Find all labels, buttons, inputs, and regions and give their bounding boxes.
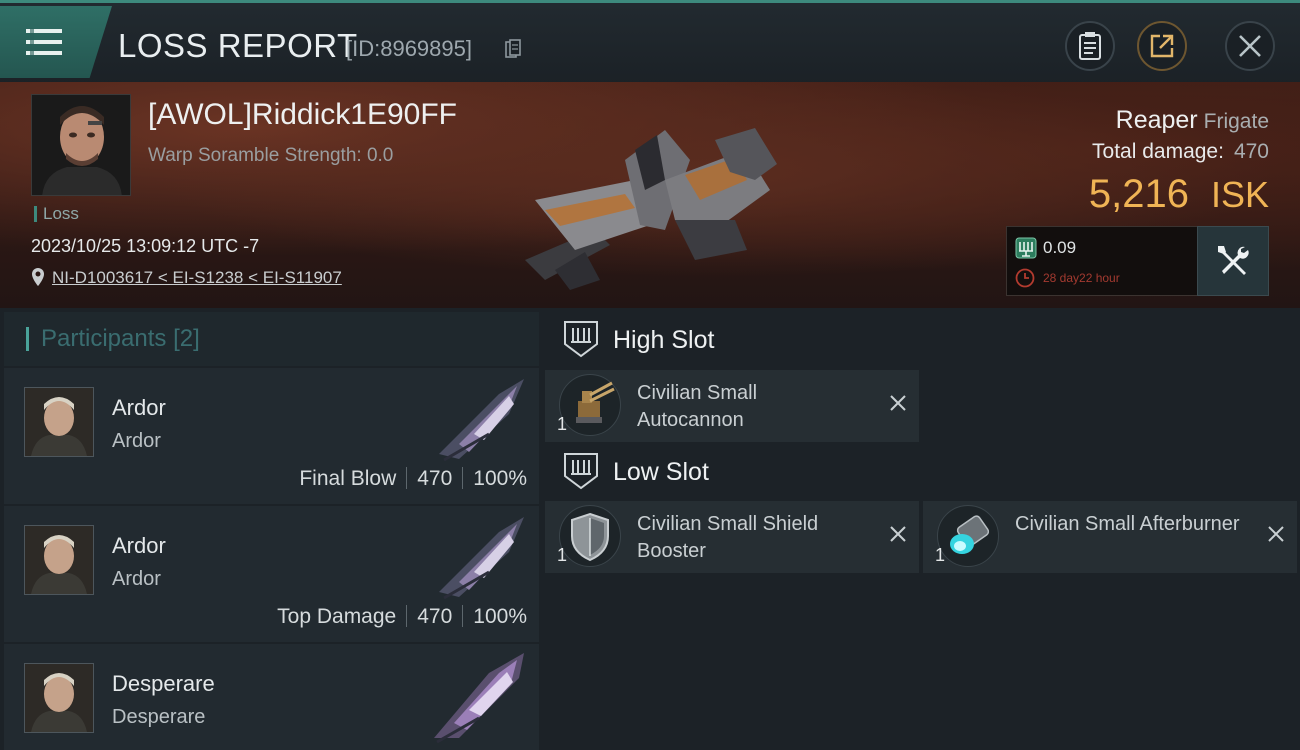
high-slot-icon: [564, 321, 598, 358]
close-button[interactable]: [1225, 21, 1275, 71]
participants-title-text: Participants: [41, 325, 167, 352]
low-slot-header: Low Slot: [545, 452, 1295, 496]
participants-panel: Participants [2] Ardor Ardor Final Blow 4…: [4, 312, 539, 750]
total-damage-label: Total damage:: [1092, 140, 1224, 163]
loss-timestamp: 2023/10/25 13:09:12 UTC -7: [31, 236, 260, 256]
participants-title: Participants [2]: [26, 327, 200, 351]
module-quantity: 1: [935, 545, 946, 565]
participant-ship-icon: [439, 379, 524, 462]
loss-tag: Loss: [34, 205, 79, 222]
wrench-screwdriver-icon: [1218, 246, 1249, 275]
afterburner-icon: [950, 515, 990, 554]
participant-percent: 100%: [473, 605, 527, 628]
clock-icon: [1015, 268, 1035, 288]
participant-avatar: [24, 663, 94, 733]
participant-percent: 100%: [473, 467, 527, 490]
remove-icon[interactable]: [889, 394, 907, 412]
stats-divider: [406, 605, 408, 627]
participants-count: [2]: [173, 325, 200, 352]
report-id: [ID:8969895]: [346, 36, 472, 61]
close-icon: [1239, 35, 1261, 57]
participant-avatar: [24, 387, 94, 457]
share-button[interactable]: [1137, 21, 1187, 71]
module-name: Civilian Small Afterburner: [1015, 513, 1240, 535]
participant-corp: Ardor: [112, 568, 161, 590]
top-bar: LOSS REPORT [ID:8969895]: [0, 0, 1300, 85]
participant-stats: Top Damage 470 100%: [277, 605, 527, 629]
participant-row[interactable]: Ardor Ardor Final Blow 470 100%: [4, 368, 539, 504]
copy-icon[interactable]: [505, 39, 521, 59]
participants-header: Participants [2]: [4, 312, 539, 366]
ship-name-text: Reaper: [1115, 106, 1198, 134]
module-item[interactable]: 1 Civilian Small Afterburner: [923, 501, 1297, 573]
high-slot-label: High Slot: [613, 326, 715, 354]
total-damage-value: 470: [1233, 140, 1269, 163]
bounty-panel[interactable]: 0.09 28 day22 hour: [1006, 226, 1198, 296]
ship-class: Frigate: [1203, 110, 1269, 133]
participant-avatar: [24, 525, 94, 595]
location-pin-icon: [32, 268, 44, 286]
pilot-avatar: [25, 388, 93, 456]
bounty-timer: 28 day22 hour: [1043, 271, 1120, 285]
location-link[interactable]: NI-D1003617 < EI-S1238 < EI-S11907: [52, 268, 342, 288]
ship-image: [525, 128, 777, 290]
share-icon: [1150, 34, 1174, 58]
ship-name: Reaper Frigate: [1116, 106, 1269, 135]
participant-damage: 470: [417, 605, 453, 628]
participant-name: Ardor: [112, 395, 166, 420]
module-item[interactable]: 1 Civilian Small Shield Booster: [545, 501, 919, 573]
pilot-avatar: [25, 664, 93, 732]
stats-divider: [462, 467, 464, 489]
isk-unit: ISK: [1210, 174, 1269, 215]
module-quantity: 1: [557, 414, 568, 434]
menu-button[interactable]: [0, 6, 112, 78]
module-icon-frame: [559, 505, 621, 567]
warp-scramble-strength: Warp Soramble Strength: 0.0: [148, 145, 394, 166]
bounty-value: 0.09: [1043, 238, 1077, 257]
module-quantity: 1: [557, 545, 568, 565]
participant-role: Final Blow: [299, 467, 397, 490]
participant-corp: Desperare: [112, 706, 206, 728]
participant-role: Top Damage: [277, 605, 397, 628]
hamburger-menu-icon: [26, 28, 62, 56]
victim-avatar: [32, 95, 130, 195]
autocannon-icon: [576, 381, 615, 423]
remove-icon[interactable]: [889, 525, 907, 543]
participant-name: Desperare: [112, 671, 215, 696]
victim-banner: [AWOL]Riddick1E90FF Warp Soramble Streng…: [0, 82, 1300, 308]
remove-icon[interactable]: [1267, 525, 1285, 543]
participant-damage: 470: [417, 467, 453, 490]
isk-amount: 5,216: [1088, 172, 1189, 216]
page-title: LOSS REPORT: [118, 27, 358, 64]
module-icon-frame: [937, 505, 999, 567]
low-slot-icon: [564, 453, 598, 490]
participant-corp: Ardor: [112, 430, 161, 452]
victim-portrait[interactable]: [31, 94, 131, 196]
total-damage: Total damage: 470: [1092, 140, 1269, 164]
participant-name: Ardor: [112, 533, 166, 558]
isk-value: 5,216 ISK: [1089, 172, 1269, 217]
shield-booster-icon: [571, 512, 609, 562]
pilot-avatar: [25, 526, 93, 594]
module-item[interactable]: 1 Civilian Small Autocannon: [545, 370, 919, 442]
clipboard-button[interactable]: [1065, 21, 1115, 71]
module-name: Civilian Small Autocannon: [637, 382, 758, 431]
participant-row[interactable]: Desperare Desperare: [4, 644, 539, 750]
fitting-button[interactable]: [1197, 226, 1269, 296]
module-name: Civilian Small Shield Booster: [637, 513, 819, 562]
high-slot-header: High Slot: [545, 320, 1295, 364]
participant-ship-icon: [439, 517, 524, 600]
participant-row[interactable]: Ardor Ardor Top Damage 470 100%: [4, 506, 539, 642]
module-icon-frame: [559, 374, 621, 436]
low-slot-label: Low Slot: [613, 458, 709, 486]
participant-stats: Final Blow 470 100%: [299, 467, 527, 491]
clipboard-icon: [1079, 32, 1101, 60]
stats-divider: [406, 467, 408, 489]
bounty-icon: [1015, 237, 1037, 259]
victim-name: [AWOL]Riddick1E90FF: [148, 98, 457, 131]
stats-divider: [462, 605, 464, 627]
participant-ship-icon: [434, 653, 524, 743]
